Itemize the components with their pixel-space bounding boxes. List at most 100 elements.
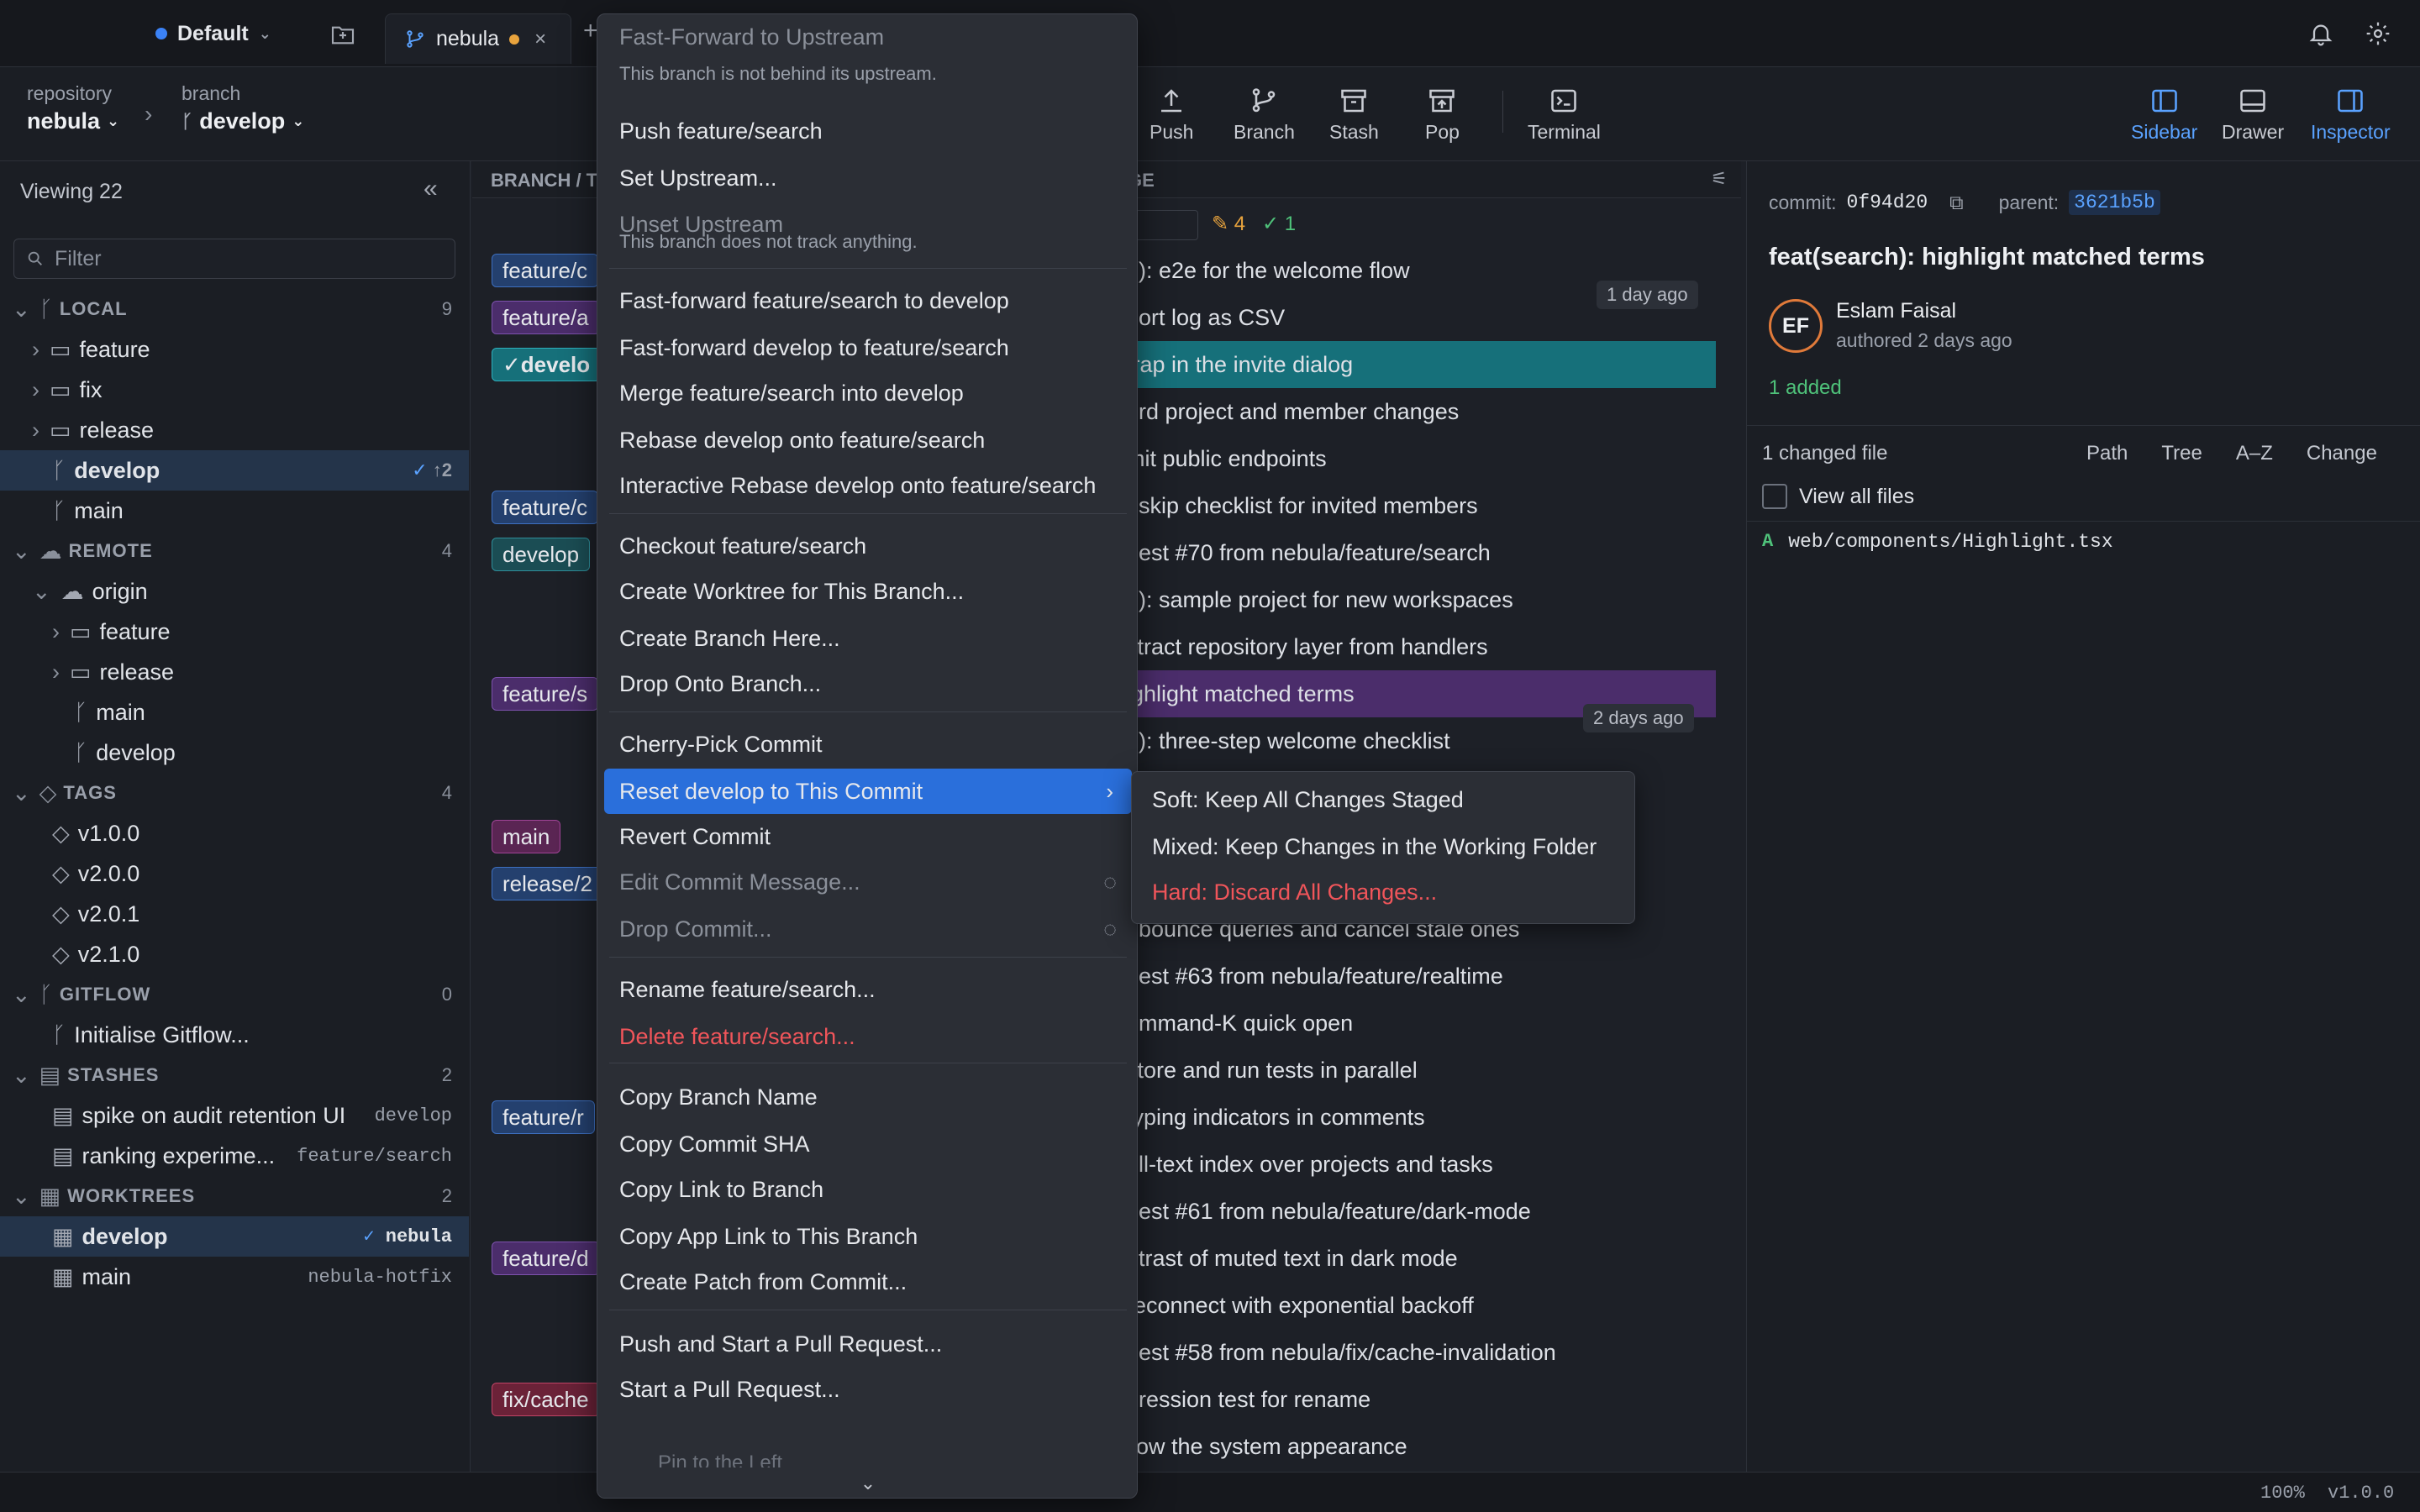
zoom-level[interactable]: 100%: [2260, 1483, 2305, 1504]
commit-row[interactable]: ord project and member changes: [1126, 388, 1459, 435]
menu-item-push-pr[interactable]: Push and Start a Pull Request...: [597, 1321, 1137, 1367]
remote-origin[interactable]: ⌄ ☁ origin: [0, 571, 469, 612]
commit-row[interactable]: reconnect with exponential backoff: [1126, 1282, 1474, 1329]
drawer-toggle[interactable]: Drawer: [2222, 86, 2284, 144]
commit-sha[interactable]: 0f94d20: [1847, 192, 1928, 213]
commit-row[interactable]: trap in the invite dialog: [1126, 341, 1353, 388]
tab-nebula[interactable]: nebula ×: [385, 13, 571, 64]
menu-item-copy-app-link[interactable]: Copy App Link to This Branch: [597, 1214, 1137, 1259]
submenu-item-mixed[interactable]: Mixed: Keep Changes in the Working Folde…: [1132, 824, 1633, 869]
stash-item[interactable]: ▤ ranking experime... feature/search: [0, 1136, 469, 1176]
parent-sha[interactable]: 3621b5b: [2069, 190, 2160, 215]
menu-item-edit-message[interactable]: Edit Commit Message... ◌: [597, 859, 1137, 905]
commit-row[interactable]: ull-text index over projects and tasks: [1126, 1141, 1493, 1188]
stash-item[interactable]: ▤ spike on audit retention UI develop: [0, 1095, 469, 1136]
menu-item-rename[interactable]: Rename feature/search...: [597, 967, 1137, 1012]
remote-folder-feature[interactable]: › ▭ feature: [0, 612, 469, 652]
sidebar-toggle[interactable]: Sidebar: [2131, 86, 2197, 144]
menu-item-copy-sha[interactable]: Copy Commit SHA: [597, 1121, 1137, 1167]
collapse-icon[interactable]: «: [424, 175, 438, 203]
sort-path[interactable]: Path: [2086, 442, 2128, 465]
menu-item-merge[interactable]: Merge feature/search into develop: [597, 370, 1137, 416]
section-worktrees[interactable]: ⌄ ▦ WORKTREES 2: [0, 1176, 469, 1216]
menu-item-start-pr[interactable]: Start a Pull Request...: [597, 1367, 1137, 1412]
menu-item-drop-onto-branch[interactable]: Drop Onto Branch...: [597, 661, 1137, 706]
file-row[interactable]: A web/components/Highlight.tsx: [1762, 531, 2113, 553]
sort-tree[interactable]: Tree: [2161, 442, 2202, 465]
commit-row[interactable]: store and run tests in parallel: [1126, 1047, 1418, 1094]
menu-item-create-patch[interactable]: Create Patch from Commit...: [597, 1259, 1137, 1305]
repository-selector[interactable]: repository nebula ⌄: [27, 82, 119, 134]
commit-row[interactable]: g): e2e for the welcome flow: [1126, 247, 1410, 294]
sort-alpha[interactable]: A–Z: [2236, 442, 2273, 465]
commit-row[interactable]: uest #58 from nebula/fix/cache-invalidat…: [1126, 1329, 1556, 1376]
section-gitflow[interactable]: ⌄ ᚴ GITFLOW 0: [0, 974, 469, 1015]
menu-item-rebase[interactable]: Rebase develop onto feature/search: [597, 417, 1137, 463]
commit-row[interactable]: ommand-K quick open: [1126, 1000, 1353, 1047]
ref-pill[interactable]: feature/r: [492, 1100, 595, 1134]
terminal-button[interactable]: Terminal: [1528, 86, 1601, 144]
branch-selector[interactable]: branch ᚴ develop ⌄: [182, 82, 304, 134]
commit-row[interactable]: port log as CSV: [1126, 294, 1285, 341]
submenu-item-soft[interactable]: Soft: Keep All Changes Staged: [1132, 777, 1633, 822]
section-stashes[interactable]: ⌄ ▤ STASHES 2: [0, 1055, 469, 1095]
menu-item-fast-forward-upstream[interactable]: Fast-Forward to Upstream: [597, 19, 1137, 55]
commit-row[interactable]: llow the system appearance: [1126, 1423, 1407, 1470]
menu-item-create-branch[interactable]: Create Branch Here...: [597, 616, 1137, 661]
bell-icon[interactable]: [2307, 20, 2334, 47]
menu-item-set-upstream[interactable]: Set Upstream...: [597, 155, 1137, 201]
worktree-main[interactable]: ▦ main nebula-hotfix: [0, 1257, 469, 1297]
close-icon[interactable]: ×: [534, 28, 546, 51]
branch-main[interactable]: ᚴ main: [0, 491, 469, 531]
push-button[interactable]: Push: [1150, 86, 1193, 144]
commit-row[interactable]: ntrast of muted text in dark mode: [1126, 1235, 1458, 1282]
commit-row[interactable]: g): three-step welcome checklist: [1126, 717, 1450, 764]
remote-branch-develop[interactable]: ᚴ develop: [0, 732, 469, 773]
worktree-develop[interactable]: ▦ develop ✓ nebula: [0, 1216, 469, 1257]
menu-item-checkout[interactable]: Checkout feature/search: [597, 523, 1137, 569]
branch-develop[interactable]: ᚴ develop ✓ ↑2: [0, 450, 469, 491]
commit-row[interactable]: xtract repository layer from handlers: [1126, 623, 1488, 670]
section-tags[interactable]: ⌄ ◇ TAGS 4: [0, 773, 469, 813]
scroll-down-icon[interactable]: ⌄: [597, 1467, 1137, 1498]
gear-icon[interactable]: [2365, 20, 2391, 47]
menu-item-cherry-pick[interactable]: Cherry-Pick Commit: [597, 722, 1137, 767]
menu-item-delete[interactable]: Delete feature/search...: [597, 1014, 1137, 1059]
menu-item-drop-commit[interactable]: Drop Commit... ◌: [597, 906, 1137, 952]
menu-item-push[interactable]: Push feature/search: [597, 108, 1137, 154]
menu-item-copy-link[interactable]: Copy Link to Branch: [597, 1167, 1137, 1212]
commit-row[interactable]: uest #63 from nebula/feature/realtime: [1126, 953, 1503, 1000]
ref-pill[interactable]: fix/cache: [492, 1383, 600, 1416]
settings-icon[interactable]: ⚟: [1711, 168, 1728, 190]
ref-pill[interactable]: main: [492, 820, 561, 853]
menu-item-ff-feature[interactable]: Fast-forward feature/search to develop: [597, 278, 1137, 323]
folder-release[interactable]: › ▭ release: [0, 410, 469, 450]
tag-item[interactable]: ◇ v2.1.0: [0, 934, 469, 974]
folder-fix[interactable]: › ▭ fix: [0, 370, 469, 410]
tag-item[interactable]: ◇ v2.0.1: [0, 894, 469, 934]
branch-button[interactable]: Branch: [1234, 86, 1295, 144]
initialise-gitflow[interactable]: ᚴ Initialise Gitflow...: [0, 1015, 469, 1055]
menu-item-reset[interactable]: Reset develop to This Commit ›: [604, 769, 1132, 814]
remote-branch-main[interactable]: ᚴ main: [0, 692, 469, 732]
commit-row[interactable]: mit public endpoints: [1126, 435, 1327, 482]
view-all-files[interactable]: View all files: [1762, 484, 1914, 509]
stash-button[interactable]: Stash: [1329, 86, 1379, 144]
folder-tree-icon[interactable]: [329, 22, 356, 49]
folder-feature[interactable]: › ▭ feature: [0, 329, 469, 370]
checkbox[interactable]: [1762, 484, 1787, 509]
sort-change[interactable]: Change: [2307, 442, 2377, 465]
workspace-switcher[interactable]: Default ⌄: [155, 18, 271, 49]
menu-item-revert[interactable]: Revert Commit: [597, 814, 1137, 859]
ref-pill[interactable]: feature/c: [492, 491, 599, 524]
commit-row[interactable]: g): sample project for new workspaces: [1126, 576, 1513, 623]
ref-pill[interactable]: release/2: [492, 867, 603, 900]
tag-item[interactable]: ◇ v1.0.0: [0, 813, 469, 853]
ref-pill[interactable]: feature/c: [492, 254, 599, 287]
ref-pill[interactable]: feature/d: [492, 1242, 600, 1275]
remote-folder-release[interactable]: › ▭ release: [0, 652, 469, 692]
ref-pill-current[interactable]: ✓ develo: [492, 348, 602, 381]
copy-icon[interactable]: ⧉: [1949, 192, 1963, 214]
inspector-toggle[interactable]: Inspector: [2311, 86, 2391, 144]
ref-pill[interactable]: feature/s: [492, 677, 599, 711]
